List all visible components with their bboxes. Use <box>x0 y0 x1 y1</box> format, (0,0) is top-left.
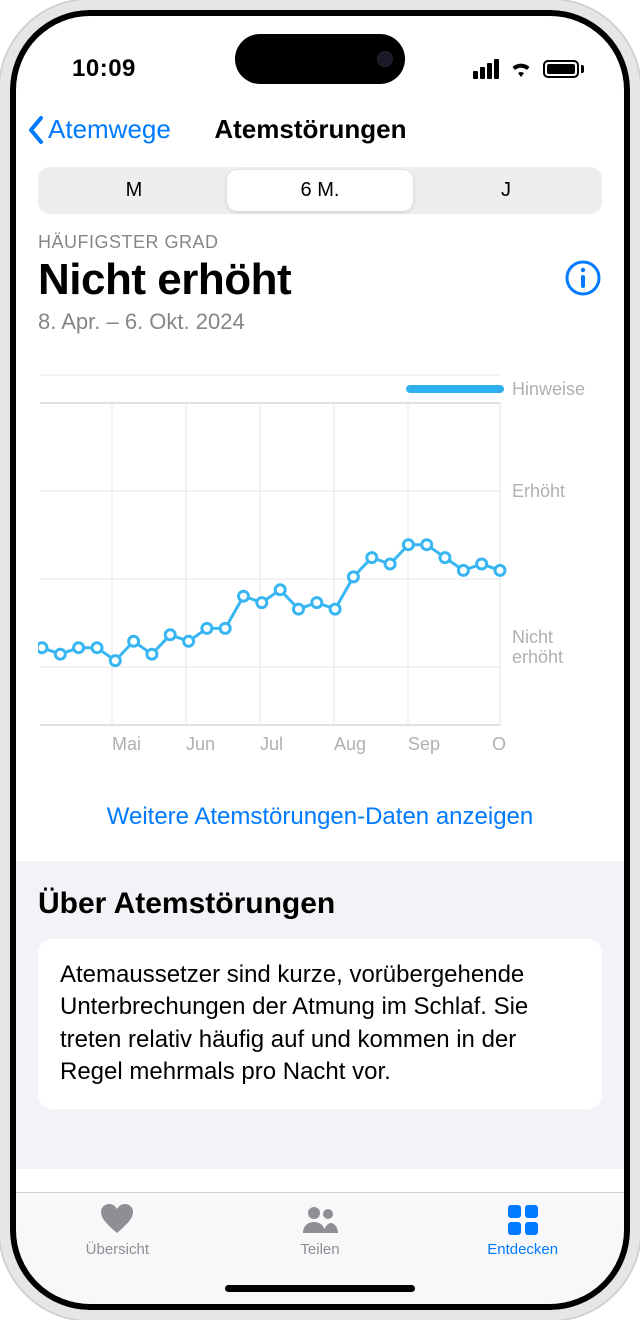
segment-year[interactable]: J <box>413 170 599 211</box>
info-button[interactable] <box>564 259 602 302</box>
y-label-hinweise: Hinweise <box>512 379 585 399</box>
battery-icon <box>543 60 584 78</box>
time-range-segmented[interactable]: M 6 M. J <box>38 167 602 214</box>
status-time: 10:09 <box>72 55 136 83</box>
status-icons <box>473 59 584 79</box>
chart[interactable]: Hinweise Erhöht Nicht erhöht Mai Jun Jul… <box>38 355 602 775</box>
tab-overview-label: Übersicht <box>86 1241 149 1258</box>
y-label-erhoht: Erhöht <box>512 481 565 501</box>
more-data-link[interactable]: Weitere Atemstörungen-Daten anzeigen <box>38 803 602 831</box>
nav-header: Atemwege Atemstörungen <box>16 96 624 155</box>
svg-text:Jul: Jul <box>260 734 283 754</box>
segment-month[interactable]: M <box>41 170 227 211</box>
y-label-nicht2: erhöht <box>512 647 563 667</box>
about-card: Atemaussetzer sind kurze, vorübergehende… <box>38 939 602 1109</box>
tab-overview[interactable]: Übersicht <box>16 1203 219 1304</box>
page-title: Atemstörungen <box>21 114 600 145</box>
tab-share-label: Teilen <box>300 1241 339 1258</box>
svg-text:Mai: Mai <box>112 734 141 754</box>
svg-text:Sep: Sep <box>408 734 440 754</box>
dynamic-island <box>235 34 405 84</box>
tab-discover[interactable]: Entdecken <box>421 1203 624 1304</box>
summary-value: Nicht erhöht <box>38 255 291 305</box>
svg-text:O: O <box>492 734 506 754</box>
about-section: Über Atemstörungen Atemaussetzer sind ku… <box>16 861 624 1169</box>
tab-discover-label: Entdecken <box>487 1241 558 1258</box>
about-title: Über Atemstörungen <box>38 887 602 921</box>
home-indicator[interactable] <box>225 1285 415 1292</box>
segment-six-month[interactable]: 6 M. <box>227 170 413 211</box>
people-icon <box>301 1203 339 1237</box>
heart-icon <box>98 1203 136 1237</box>
summary-date-range: 8. Apr. – 6. Okt. 2024 <box>38 309 602 335</box>
wifi-icon <box>508 59 534 79</box>
summary-label: HÄUFIGSTER GRAD <box>38 232 602 253</box>
svg-text:Aug: Aug <box>334 734 366 754</box>
cellular-icon <box>473 59 499 79</box>
svg-text:Jun: Jun <box>186 734 215 754</box>
chart-series <box>38 540 505 666</box>
y-label-nicht1: Nicht <box>512 627 553 647</box>
grid-icon <box>504 1203 542 1237</box>
